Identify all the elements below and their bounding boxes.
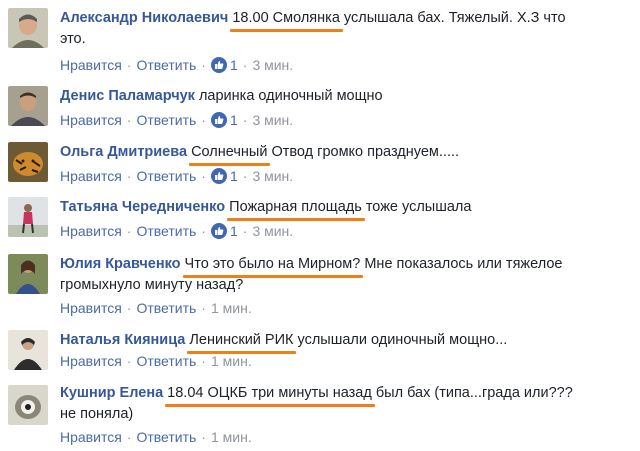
like-count[interactable]: 1: [230, 56, 238, 74]
comment-text: Отвод громко празднуем.....: [267, 144, 460, 160]
comment-timestamp[interactable]: 3 мин.: [252, 222, 293, 240]
comment-body: Ольга Дмитриева Солнечный Отвод громко п…: [60, 142, 620, 166]
comment-actions: Нравится · Ответить · 1 мин.: [60, 428, 252, 446]
orange-underline: [227, 218, 365, 221]
comment-author[interactable]: Наталья Кияница: [60, 332, 185, 348]
reply-button[interactable]: Ответить: [136, 111, 196, 129]
comment-text-line2: не поняла): [60, 406, 134, 422]
like-count[interactable]: 1: [230, 222, 238, 240]
like-button[interactable]: Нравится: [60, 56, 122, 74]
comment-text: был бах (типа...града или???: [371, 385, 573, 401]
comment-timestamp[interactable]: 1 мин.: [211, 352, 252, 370]
reply-button[interactable]: Ответить: [136, 56, 196, 74]
avatar[interactable]: [8, 385, 48, 425]
comment-actions: Нравится · Ответить · 1 · 3 мин.: [60, 167, 294, 185]
comment-actions: Нравится · Ответить · 1 мин.: [60, 299, 252, 317]
orange-underline: [189, 163, 271, 166]
highlighted-text: 18.04 ОЦКБ три минуты назад: [165, 383, 375, 407]
reply-button[interactable]: Ответить: [136, 299, 196, 317]
like-button[interactable]: Нравится: [60, 299, 122, 317]
highlighted-text: Что это было на Мирном?: [182, 254, 364, 278]
highlighted-text: 18.00 Смолянка: [230, 8, 343, 32]
comment-text: ларинка одиночный мощно: [198, 88, 383, 104]
thumbs-up-icon[interactable]: [210, 223, 227, 239]
orange-underline: [182, 275, 364, 278]
like-button[interactable]: Нравится: [60, 352, 122, 370]
like-button[interactable]: Нравится: [60, 167, 122, 185]
comment-actions: Нравится · Ответить · 1 · 3 мин.: [60, 56, 294, 74]
thumbs-up-icon[interactable]: [210, 168, 227, 184]
comment-text-line2: громыхнуло минуту назад?: [60, 277, 244, 293]
comment-author[interactable]: Татьяна Чередниченко: [60, 199, 225, 215]
like-button[interactable]: Нравится: [60, 428, 122, 446]
comment-text: Мне показалось или тяжелое: [360, 256, 563, 272]
orange-underline: [165, 404, 375, 407]
reply-button[interactable]: Ответить: [136, 222, 196, 240]
comment-body: Юлия Кравченко Что это было на Мирном? М…: [60, 254, 620, 296]
avatar[interactable]: [8, 8, 48, 48]
comment-actions: Нравится · Ответить · 1 · 3 мин.: [60, 222, 294, 240]
comment-actions: Нравится · Ответить · 1 · 3 мин.: [60, 111, 294, 129]
comment-body: Александр Николаевич 18.00 Смолянка услы…: [60, 8, 620, 50]
comment-body: Кушнир Елена 18.04 ОЦКБ три минуты назад…: [60, 383, 620, 425]
comment-text-line2: это.: [60, 31, 86, 47]
like-button[interactable]: Нравится: [60, 111, 122, 129]
reply-button[interactable]: Ответить: [136, 428, 196, 446]
avatar[interactable]: [8, 254, 48, 294]
orange-underline: [230, 29, 343, 32]
avatar[interactable]: [8, 142, 48, 182]
comment-text: тоже услышала: [361, 199, 472, 215]
comment-body: Денис Паламарчук ларинка одиночный мощно: [60, 86, 620, 107]
comment-timestamp[interactable]: 1 мин.: [211, 428, 252, 446]
reply-button[interactable]: Ответить: [136, 167, 196, 185]
comment-timestamp[interactable]: 3 мин.: [252, 167, 293, 185]
comment-timestamp[interactable]: 1 мин.: [211, 299, 252, 317]
comment-timestamp[interactable]: 3 мин.: [252, 111, 293, 129]
comment-author[interactable]: Александр Николаевич: [60, 10, 228, 26]
comment-author[interactable]: Кушнир Елена: [60, 385, 163, 401]
thumbs-up-icon[interactable]: [210, 57, 227, 73]
thumbs-up-icon[interactable]: [210, 112, 227, 128]
comment-author[interactable]: Юлия Кравченко: [60, 256, 181, 272]
reply-button[interactable]: Ответить: [136, 352, 196, 370]
comment-body: Татьяна Чередниченко Пожарная площадь то…: [60, 197, 620, 221]
like-count[interactable]: 1: [230, 111, 238, 129]
avatar[interactable]: [8, 86, 48, 126]
comment-author[interactable]: Денис Паламарчук: [60, 88, 195, 104]
comment-text: услышала бах. Тяжелый. Х.З что: [339, 10, 566, 26]
highlighted-text: Ленинский РИК: [187, 330, 297, 354]
comment-text: услышали одиночный мощно...: [293, 332, 508, 348]
comment-timestamp[interactable]: 3 мин.: [252, 56, 293, 74]
avatar[interactable]: [8, 197, 48, 237]
comment-author[interactable]: Ольга Дмитриева: [60, 144, 187, 160]
avatar[interactable]: [8, 330, 48, 370]
comment-actions: Нравится · Ответить · 1 мин.: [60, 352, 252, 370]
highlighted-text: Солнечный: [189, 142, 271, 166]
like-count[interactable]: 1: [230, 167, 238, 185]
like-button[interactable]: Нравится: [60, 222, 122, 240]
comment-body: Наталья Кияница Ленинский РИК услышали о…: [60, 330, 620, 354]
highlighted-text: Пожарная площадь: [227, 197, 365, 221]
